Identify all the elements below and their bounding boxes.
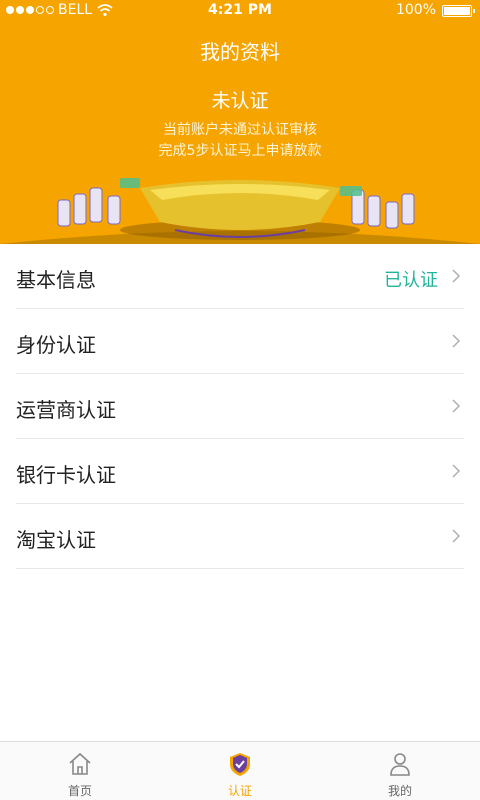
tab-home[interactable]: 首页	[0, 742, 160, 800]
user-icon	[390, 753, 410, 776]
chevron-right-icon	[452, 269, 461, 283]
list-item-taobao-verification[interactable]: 淘宝认证	[16, 504, 464, 569]
battery-percent: 100%	[395, 2, 436, 18]
list-item-label: 基本信息	[16, 268, 96, 292]
chevron-right-icon	[452, 334, 461, 348]
list-item-id-verification[interactable]: 身份认证	[16, 309, 464, 374]
verified-badge: 已认证	[384, 270, 438, 291]
list-item-label: 运营商认证	[16, 398, 116, 422]
status-message-line2: 完成5步认证马上申请放款	[158, 143, 322, 159]
tab-label: 首页	[67, 784, 92, 798]
chevron-right-icon	[452, 399, 461, 413]
profile-header: BELL 4:21 PM 100% 我的资料 未认证 当前账户未通过认证审核 完…	[0, 0, 480, 244]
list-item-label: 银行卡认证	[16, 463, 116, 487]
verification-list: 基本信息 已认证 身份认证 运营商认证 银行卡认证 淘宝认证	[0, 244, 480, 569]
list-item-bank-card-verification[interactable]: 银行卡认证	[16, 439, 464, 504]
chevron-right-icon	[452, 464, 461, 478]
tab-mine[interactable]: 我的	[320, 742, 480, 800]
tab-verification[interactable]: 认证	[160, 742, 320, 800]
chevron-right-icon	[452, 529, 461, 543]
list-item-basic-info[interactable]: 基本信息 已认证	[16, 244, 464, 309]
tab-label: 认证	[227, 784, 252, 798]
bottom-tab-bar: 首页 认证 我的	[0, 741, 480, 800]
tab-label: 我的	[387, 784, 412, 798]
list-item-label: 身份认证	[16, 333, 96, 357]
money-celebration-illustration	[0, 178, 480, 244]
list-item-carrier-verification[interactable]: 运营商认证	[16, 374, 464, 439]
status-message-line1: 当前账户未通过认证审核	[163, 122, 317, 138]
page-title: 我的资料	[200, 40, 280, 64]
verification-status: 未认证	[211, 90, 269, 112]
shield-check-icon	[230, 753, 250, 776]
home-icon	[69, 752, 91, 775]
list-item-label: 淘宝认证	[16, 528, 96, 552]
status-bar: BELL 4:21 PM 100%	[0, 0, 480, 22]
battery-icon	[442, 5, 475, 17]
